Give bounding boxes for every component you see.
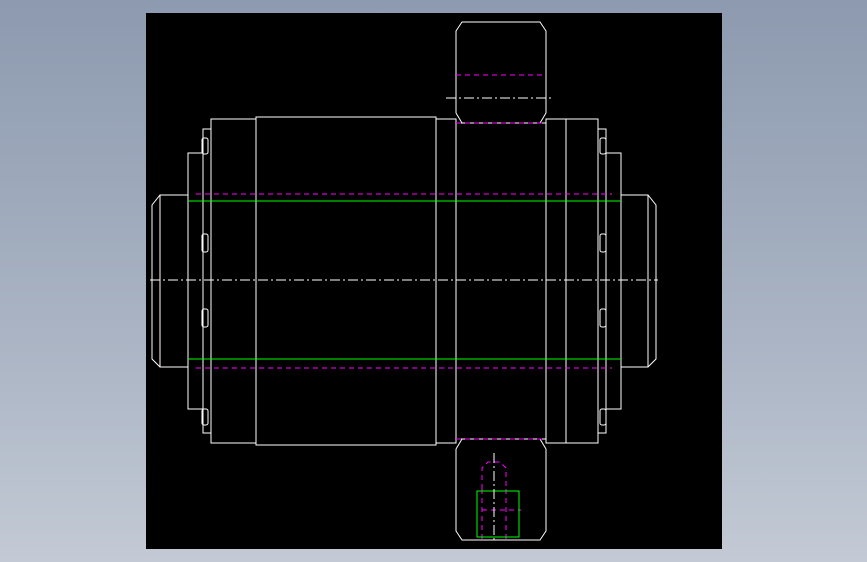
right-flange [565,118,622,444]
mechanical-drawing [150,21,658,543]
center-lines [150,97,658,543]
right-collar [545,118,567,444]
main-housing [255,116,437,446]
hidden-lines [196,74,612,540]
cad-drawing-viewport[interactable] [146,13,722,549]
thread-lines [188,200,621,538]
left-collar [435,118,457,444]
center-block [455,21,547,541]
left-flange [187,118,257,444]
left-shaft [151,194,188,368]
right-shaft [621,194,657,368]
